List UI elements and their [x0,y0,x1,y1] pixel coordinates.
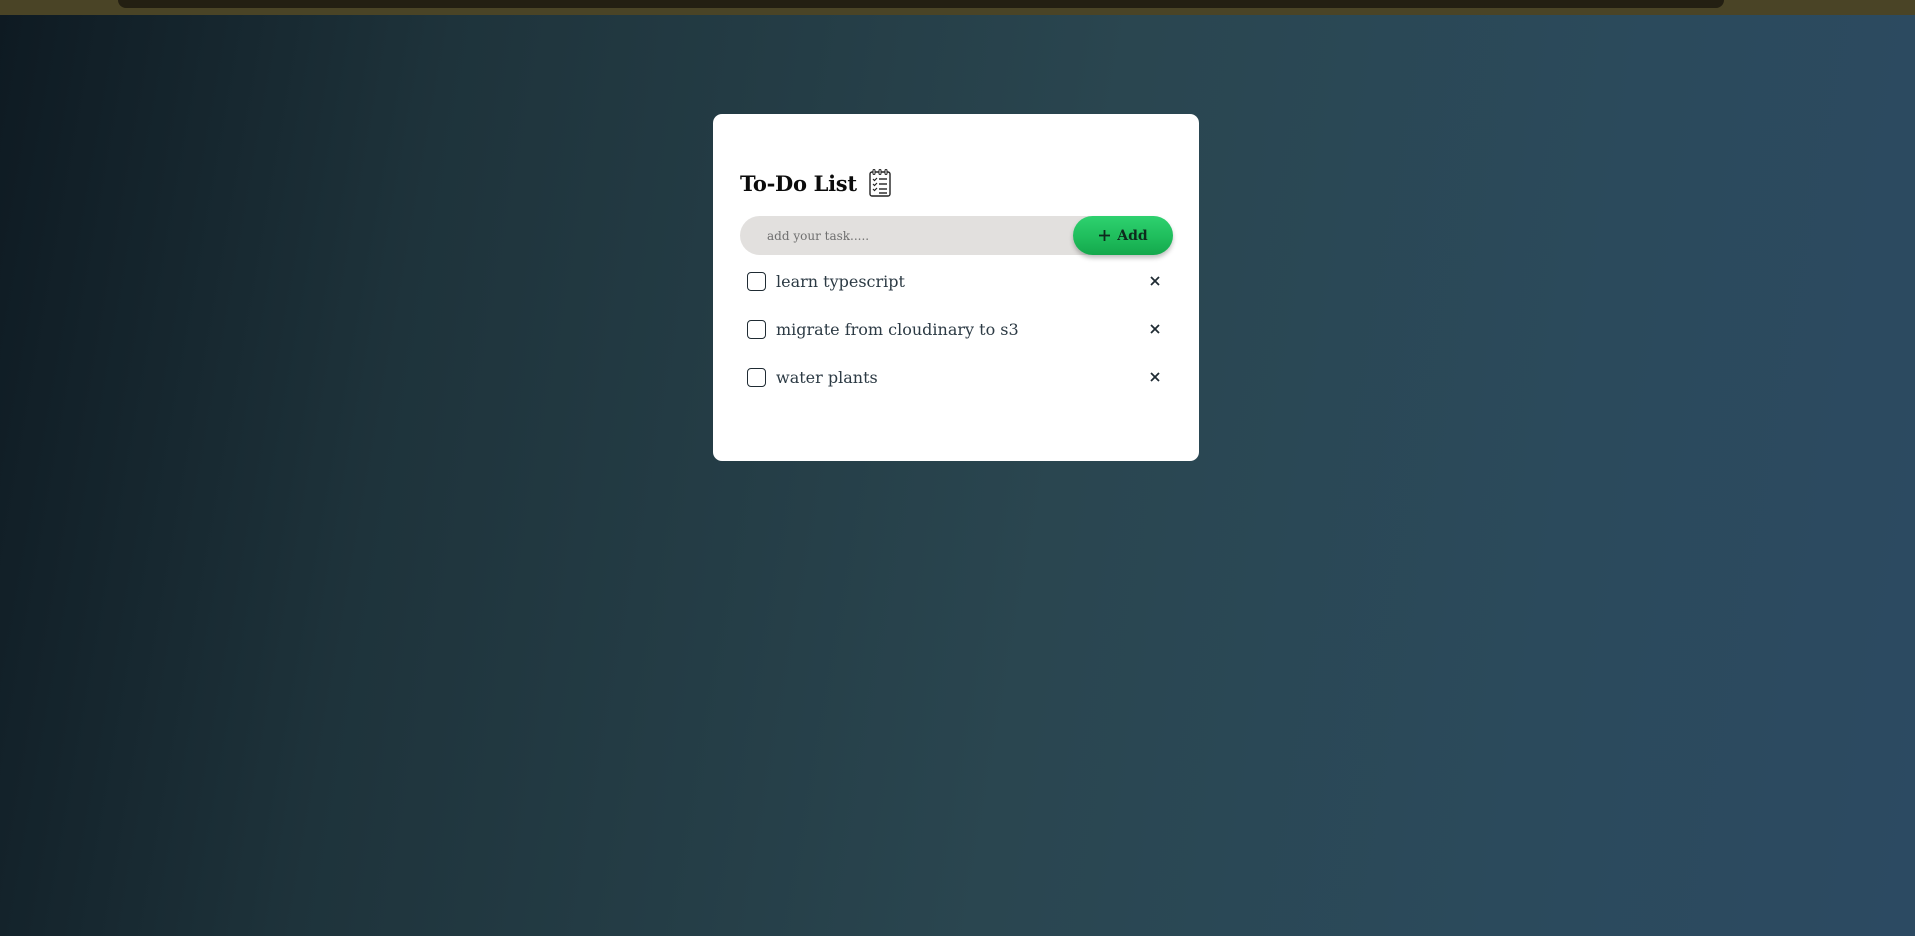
close-icon [1150,324,1160,334]
task-text: migrate from cloudinary to s3 [776,319,1019,339]
close-icon [1150,276,1160,286]
add-button[interactable]: Add [1073,216,1173,255]
delete-task-button[interactable] [1145,271,1165,291]
task-input[interactable] [740,216,1097,255]
task-item: water plants [740,353,1173,401]
notepad-icon [868,168,892,198]
add-button-label: Add [1117,227,1148,244]
browser-address-bar[interactable] [118,0,1724,8]
task-checkbox[interactable] [747,319,766,339]
task-item: migrate from cloudinary to s3 [740,305,1173,353]
plus-icon [1098,229,1111,242]
task-item: learn typescript [740,257,1173,305]
delete-task-button[interactable] [1145,367,1165,387]
task-input-row: Add [740,216,1173,255]
header: To-Do List [740,166,892,200]
browser-top-bar [0,0,1915,15]
page-title: To-Do List [740,170,857,196]
task-text: learn typescript [776,271,905,291]
task-checkbox[interactable] [747,367,766,387]
task-list: learn typescript migrate from cloudinary… [740,257,1173,401]
task-text: water plants [776,367,878,387]
close-icon [1150,372,1160,382]
delete-task-button[interactable] [1145,319,1165,339]
todo-card: To-Do List add your task..... Add learn … [713,114,1199,461]
task-checkbox[interactable] [747,271,766,291]
